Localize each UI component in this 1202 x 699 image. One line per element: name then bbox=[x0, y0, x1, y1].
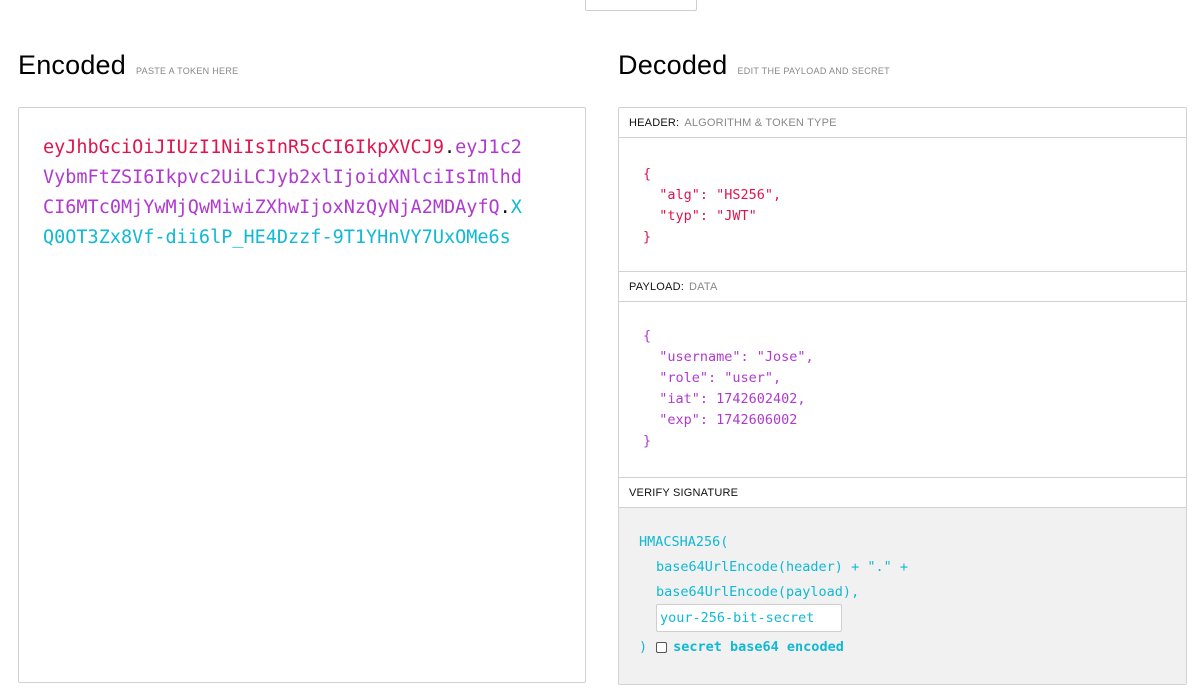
signature-formula: HMACSHA256( base64UrlEncode(header) + ".… bbox=[639, 530, 908, 605]
verify-section-label: VERIFY SIGNATURE bbox=[629, 486, 739, 499]
base64-checkbox[interactable] bbox=[656, 641, 668, 653]
verify-section-heading: VERIFY SIGNATURE bbox=[619, 478, 1186, 508]
header-section-heading: HEADER: ALGORITHM & TOKEN TYPE bbox=[619, 108, 1186, 138]
header-editor[interactable]: { "alg": "HS256", "typ": "JWT" } bbox=[619, 138, 1186, 272]
encoded-hint: PASTE A TOKEN HERE bbox=[136, 66, 239, 76]
payload-json[interactable]: { "username": "Jose", "role": "user", "i… bbox=[643, 326, 814, 452]
token-dot: . bbox=[443, 137, 456, 158]
encoded-token[interactable]: eyJhbGciOiJIUzI1NiIsInR5cCI6IkpXVCJ9.eyJ… bbox=[43, 133, 523, 253]
header-section-label: HEADER: bbox=[629, 116, 680, 129]
top-tab[interactable] bbox=[585, 0, 697, 11]
header-section-sub: ALGORITHM & TOKEN TYPE bbox=[684, 116, 837, 129]
payload-section-label: PAYLOAD: bbox=[629, 280, 684, 293]
verify-signature-body: HMACSHA256( base64UrlEncode(header) + ".… bbox=[619, 508, 1186, 684]
decoded-hint: EDIT THE PAYLOAD AND SECRET bbox=[737, 66, 890, 76]
secret-input[interactable] bbox=[656, 604, 842, 632]
encoded-heading: Encoded PASTE A TOKEN HERE bbox=[18, 50, 238, 81]
decoded-heading: Decoded EDIT THE PAYLOAD AND SECRET bbox=[618, 50, 890, 81]
token-dot: . bbox=[499, 197, 511, 218]
token-header-part: eyJhbGciOiJIUzI1NiIsInR5cCI6IkpXVCJ9 bbox=[43, 137, 444, 158]
decoded-title: Decoded bbox=[618, 50, 728, 80]
signature-line-payload: base64UrlEncode(payload), bbox=[656, 584, 860, 600]
encoded-title: Encoded bbox=[18, 50, 126, 80]
header-json[interactable]: { "alg": "HS256", "typ": "JWT" } bbox=[643, 164, 781, 248]
signature-close-row: ) secret base64 encoded bbox=[639, 636, 844, 658]
signature-line-header: base64UrlEncode(header) + "." + bbox=[656, 559, 908, 575]
signature-fn-open: HMACSHA256( bbox=[639, 534, 729, 550]
payload-section-sub: DATA bbox=[689, 280, 718, 293]
payload-editor[interactable]: { "username": "Jose", "role": "user", "i… bbox=[619, 302, 1186, 478]
decoded-panel: HEADER: ALGORITHM & TOKEN TYPE { "alg": … bbox=[618, 107, 1187, 685]
encoded-token-editor[interactable]: eyJhbGciOiJIUzI1NiIsInR5cCI6IkpXVCJ9.eyJ… bbox=[18, 107, 586, 683]
payload-section-heading: PAYLOAD: DATA bbox=[619, 272, 1186, 302]
signature-fn-close: ) bbox=[639, 639, 648, 655]
base64-checkbox-label[interactable]: secret base64 encoded bbox=[673, 639, 844, 655]
